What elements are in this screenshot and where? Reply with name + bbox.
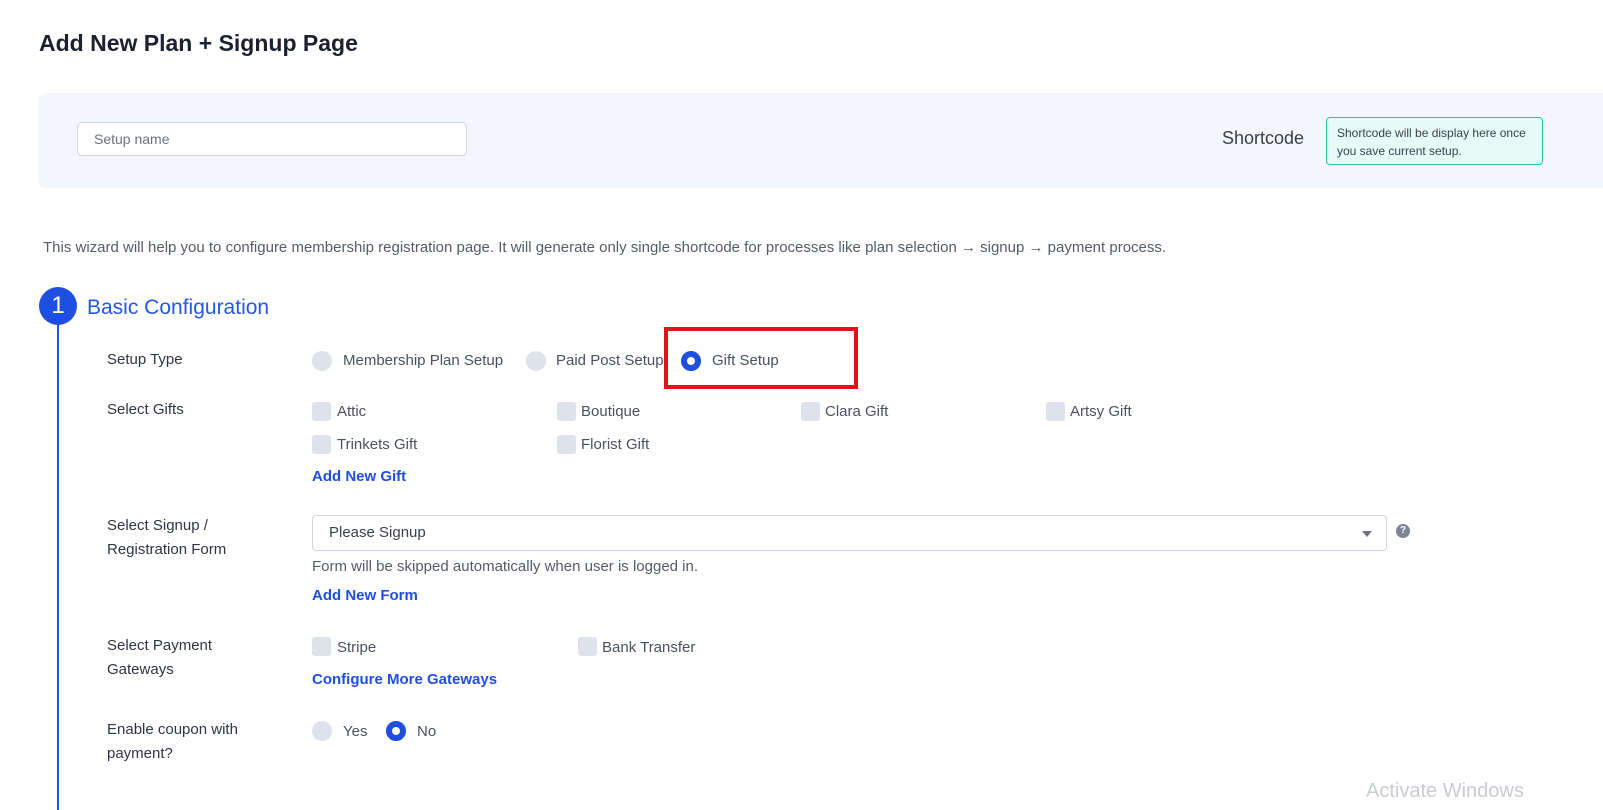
page-title: Add New Plan + Signup Page <box>39 30 358 56</box>
checkbox-artsy-gift[interactable] <box>1046 402 1065 421</box>
checkbox-florist-gift[interactable] <box>557 435 576 454</box>
checkbox-boutique[interactable] <box>557 402 576 421</box>
select-signup-form-label: Select Signup / Registration Form <box>107 517 227 558</box>
select-gifts-label: Select Gifts <box>107 401 184 418</box>
configure-more-gateways-link[interactable]: Configure More Gateways <box>312 671 497 688</box>
checkbox-bank-transfer[interactable] <box>578 637 597 656</box>
checkbox-label-stripe: Stripe <box>337 639 377 656</box>
activate-windows-watermark: Activate Windows <box>1366 780 1524 802</box>
shortcode-label: Shortcode <box>1222 128 1305 148</box>
step-connector-line <box>57 322 59 810</box>
checkbox-clara-gift[interactable] <box>801 402 820 421</box>
radio-label-membership-plan-setup: Membership Plan Setup <box>343 352 504 369</box>
shortcode-display-box: Shortcode will be display here once you … <box>1326 117 1543 165</box>
step-number-badge: 1 <box>39 287 77 325</box>
radio-label-paid-post-setup: Paid Post Setup <box>556 352 664 369</box>
checkbox-label-florist-gift: Florist Gift <box>581 436 650 453</box>
checkbox-label-bank-transfer: Bank Transfer <box>602 639 696 656</box>
checkbox-label-trinkets-gift: Trinkets Gift <box>337 436 418 453</box>
radio-label-coupon-yes: Yes <box>343 723 368 740</box>
step-title: Basic Configuration <box>87 296 270 319</box>
signup-form-hint: Form will be skipped automatically when … <box>312 558 699 575</box>
checkbox-label-artsy-gift: Artsy Gift <box>1070 403 1132 420</box>
setup-name-input[interactable] <box>77 122 467 156</box>
enable-coupon-label: Enable coupon with payment? <box>107 721 238 762</box>
add-new-gift-link[interactable]: Add New Gift <box>312 468 406 485</box>
checkbox-stripe[interactable] <box>312 637 331 656</box>
radio-coupon-yes[interactable] <box>312 721 332 741</box>
checkbox-label-clara-gift: Clara Gift <box>825 403 889 420</box>
checkbox-label-boutique: Boutique <box>581 403 641 420</box>
signup-form-select[interactable]: Please Signup <box>312 515 1387 551</box>
checkbox-trinkets-gift[interactable] <box>312 435 331 454</box>
signup-form-selected-value: Please Signup <box>329 524 426 541</box>
checkbox-attic[interactable] <box>312 402 331 421</box>
checkbox-label-attic: Attic <box>337 403 367 420</box>
highlight-annotation-box <box>664 327 858 389</box>
add-new-form-link[interactable]: Add New Form <box>312 587 418 604</box>
radio-membership-plan-setup[interactable] <box>312 351 332 371</box>
select-payment-gateways-label: Select Payment Gateways <box>107 637 213 678</box>
radio-coupon-no[interactable] <box>386 721 406 741</box>
help-icon[interactable]: ? <box>1396 524 1410 538</box>
radio-paid-post-setup[interactable] <box>526 351 546 371</box>
setup-type-label: Setup Type <box>107 351 183 368</box>
chevron-down-icon <box>1362 531 1372 537</box>
radio-label-coupon-no: No <box>417 723 437 740</box>
wizard-intro-text: This wizard will help you to configure m… <box>43 239 1167 256</box>
